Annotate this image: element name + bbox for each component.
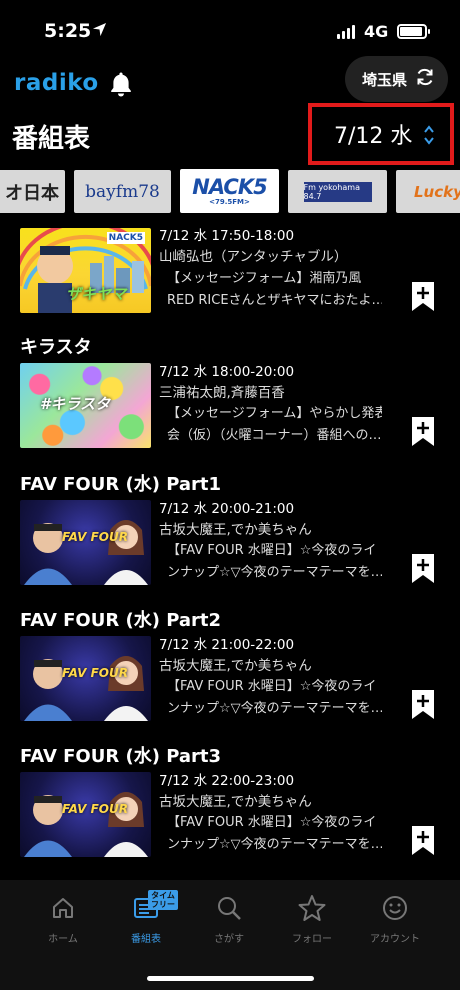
program-item[interactable]: FAV FOUR (水) Part3 FAV FOUR 7/12 水 22:00… [0,742,460,872]
smiley-icon [359,892,431,924]
station-sublabel: <79.5FM> [209,197,250,206]
tab-home[interactable]: ホーム [27,892,99,945]
station-label: NACK5 [192,174,267,199]
thumbnail-title: FAV FOUR [62,666,128,680]
network-type: 4G [364,22,389,41]
station-tab-fmyokohama[interactable]: Fm yokohama 84.7 [288,170,387,213]
station-tab[interactable]: オ日本 [0,170,65,213]
selected-date: 7/12 水 [334,124,413,149]
program-title: FAV FOUR (水) Part2 [20,610,222,631]
bookmark-add-icon[interactable] [412,826,434,859]
home-indicator[interactable] [147,976,314,981]
program-host: 古坂大魔王,でか美ちゃん [159,794,312,810]
program-time: 7/12 水 20:00-21:00 [159,501,295,517]
tab-label: フォロー [292,934,332,945]
program-description: 【メッセージフォーム】湘南乃風 RED RICEさんとザキヤマにおたよ… [167,271,382,308]
station-strip: オ日本 bayfm78 NACK5 <79.5FM> Fm yokohama 8… [0,169,460,213]
program-title: FAV FOUR (水) Part3 [20,746,222,767]
tab-label: アカウント [370,934,420,945]
station-label: オ日本 [5,182,59,204]
location-arrow-icon [92,22,107,41]
bookmark-add-icon[interactable] [412,417,434,450]
program-time: 7/12 水 18:00-20:00 [159,364,295,380]
program-description: 【FAV FOUR 水曜日】☆今夜のライ ンナップ☆▽今夜のテーマテーマを… [167,543,382,580]
bell-icon[interactable] [109,71,133,101]
bottom-tab-bar: ホーム タイム フリー 番組表 さがす フォロー アカウント [0,880,460,990]
program-host: 古坂大魔王,でか美ちゃん [159,522,312,538]
tab-label: 番組表 [131,934,161,945]
tab-label: ホーム [48,934,78,945]
program-description: 【FAV FOUR 水曜日】☆今夜のライ ンナップ☆▽今夜のテーマテーマを… [167,815,382,852]
station-tab-lucky[interactable]: LuckyF [396,170,460,213]
program-thumbnail: FAV FOUR [20,772,151,857]
station-tab-nack5[interactable]: NACK5 <79.5FM> [180,169,279,213]
page-title: 番組表 [12,124,91,154]
tab-account[interactable]: アカウント [359,892,431,945]
thumbnail-title: FAV FOUR [62,802,128,816]
signal-icon [337,25,355,39]
bookmark-add-icon[interactable] [412,282,434,315]
program-item[interactable]: キラスタ #キラスタ 7/12 水 18:00-20:00 三浦祐太朗,斉藤百香… [0,333,460,463]
tab-search[interactable]: さがす [193,892,265,945]
prefecture-label: 埼玉県 [362,70,408,89]
refresh-icon [415,67,435,91]
program-time: 7/12 水 21:00-22:00 [159,637,295,653]
chevron-up-down-icon [423,124,435,150]
bookmark-add-icon[interactable] [412,554,434,587]
thumbnail-title: #キラスタ [40,395,111,413]
program-thumbnail: FAV FOUR [20,500,151,585]
search-icon [193,892,265,924]
program-host: 古坂大魔王,でか美ちゃん [159,658,312,674]
station-label: bayfm78 [85,181,160,202]
tab-follow[interactable]: フォロー [276,892,348,945]
program-description: 【メッセージフォーム】やらかし発表 会（仮）（火曜コーナー）番組への… [167,406,382,443]
program-title: FAV FOUR (水) Part1 [20,474,222,495]
radiko-logo[interactable]: radiko [14,70,99,96]
program-thumbnail: FAV FOUR [20,636,151,721]
program-thumbnail: #キラスタ [20,363,151,448]
program-item[interactable]: FAV FOUR (水) Part1 FAV FOUR 7/12 水 20:00… [0,470,460,600]
thumbnail-logo: NACK5 [106,232,145,244]
date-selector[interactable]: 7/12 水 [308,103,454,165]
tab-schedule[interactable]: タイム フリー 番組表 [110,890,182,945]
station-tab-bayfm[interactable]: bayfm78 [74,170,171,213]
home-icon [27,892,99,924]
program-thumbnail: ザキヤマ NACK5 [20,228,151,313]
star-icon [276,892,348,924]
time-free-badge: タイム フリー [148,890,178,910]
station-label: Fm yokohama 84.7 [303,181,372,202]
program-item[interactable]: ザキヤマ NACK5 7/12 水 17:50-18:00 山崎弘也（アンタッチ… [0,218,460,318]
thumbnail-title: FAV FOUR [62,530,128,544]
program-description: 【FAV FOUR 水曜日】☆今夜のライ ンナップ☆▽今夜のテーマテーマを… [167,679,382,716]
thumbnail-title: ザキヤマ [66,285,127,303]
bookmark-add-icon[interactable] [412,690,434,723]
prefecture-button[interactable]: 埼玉県 [345,56,448,102]
battery-icon [397,24,430,39]
program-time: 7/12 水 22:00-23:00 [159,773,295,789]
program-title: キラスタ [20,337,92,358]
program-host: 三浦祐太朗,斉藤百香 [159,385,285,401]
tab-label: さがす [214,934,244,945]
program-time: 7/12 水 17:50-18:00 [159,228,295,244]
station-label: LuckyF [414,182,460,201]
program-host: 山崎弘也（アンタッチャブル） [159,249,348,265]
program-item[interactable]: FAV FOUR (水) Part2 FAV FOUR 7/12 水 21:00… [0,606,460,736]
status-bar: 5:25 4G [0,0,460,56]
status-time: 5:25 [44,20,92,42]
